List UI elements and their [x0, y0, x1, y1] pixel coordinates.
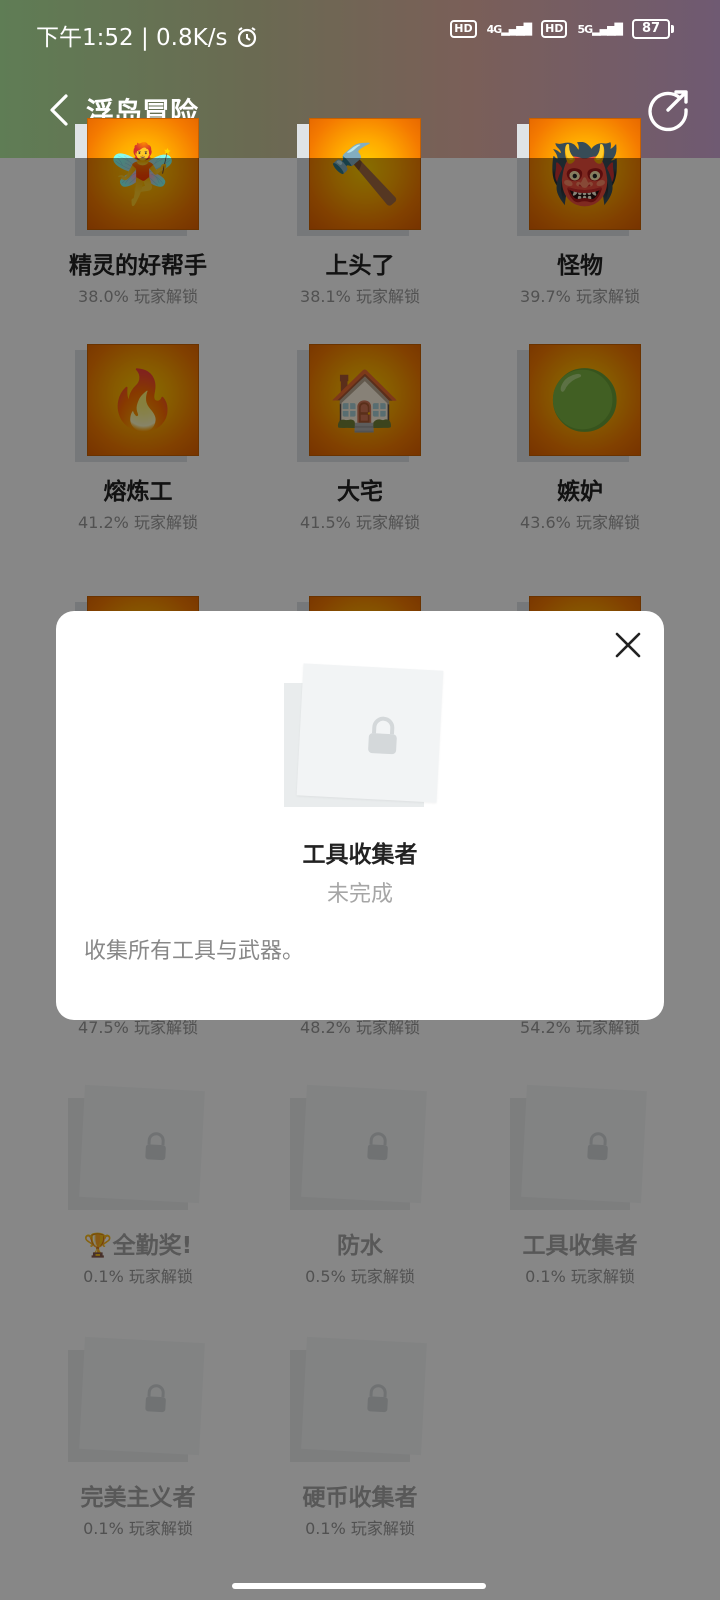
- clock: 下午1:52: [36, 25, 134, 51]
- home-indicator[interactable]: [232, 1583, 486, 1589]
- signal-5g-icon: 5G▂▄▆█: [577, 22, 623, 36]
- back-arrow-icon[interactable]: [40, 90, 80, 130]
- close-icon[interactable]: [612, 629, 644, 661]
- net-speed: 0.8K/s: [156, 25, 228, 51]
- achievement-description: 收集所有工具与武器。: [84, 939, 305, 964]
- battery-icon: 87: [632, 19, 674, 39]
- lock-icon: [368, 716, 397, 755]
- achievement-badge-locked: [284, 663, 444, 815]
- status-time: 下午1:52 | 0.8K/s: [36, 18, 259, 52]
- hd-badge-2: HD: [541, 20, 568, 38]
- hd-badge: HD: [450, 20, 477, 38]
- signal-4g-icon: 4G▂▄▆█: [486, 22, 533, 36]
- dialog-title: 工具收集者: [302, 842, 418, 868]
- status-bar: 下午1:52 | 0.8K/s HD 4G▂▄▆█ HD 5G▂▄▆█ 87: [0, 0, 720, 64]
- achievement-detail-dialog: 工具收集者 未完成 收集所有工具与武器。: [56, 611, 664, 1020]
- status-icons: HD 4G▂▄▆█ HD 5G▂▄▆█ 87: [450, 19, 674, 39]
- share-icon[interactable]: [644, 86, 692, 134]
- completion-status: 未完成: [326, 882, 393, 907]
- alarm-icon: [237, 27, 256, 48]
